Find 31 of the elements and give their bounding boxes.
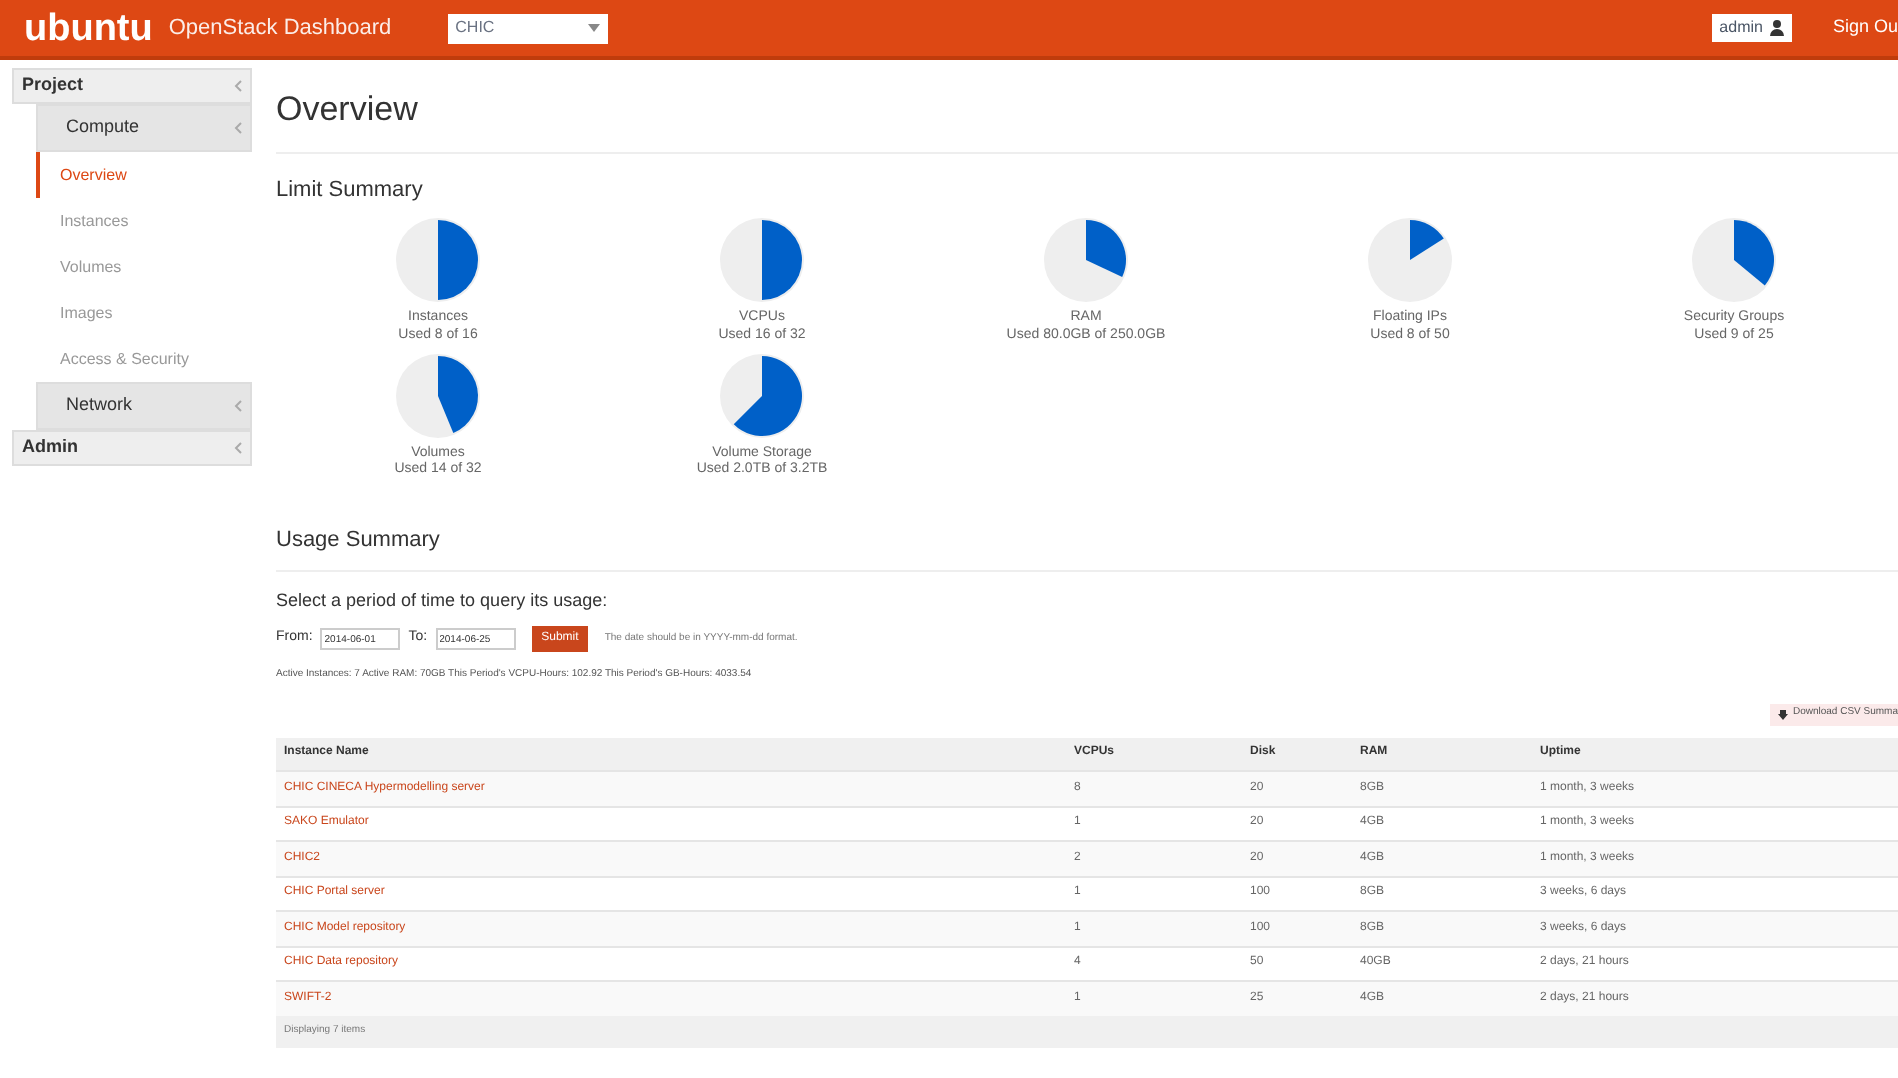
pie-chart — [392, 349, 484, 441]
sidebar-link[interactable]: Images — [36, 290, 252, 336]
pie-chart — [716, 214, 808, 306]
sidebar-section[interactable]: Project — [12, 68, 252, 104]
sign-out-link[interactable]: Sign Ou — [1832, 14, 1898, 42]
usage-prompt: Select a period of time to query its usage: — [276, 587, 610, 614]
pie-chart — [392, 214, 484, 306]
page-title: Overview — [276, 60, 1898, 153]
pie-chart — [1688, 214, 1780, 306]
download-icon — [1778, 709, 1789, 719]
chevron-icon — [234, 400, 242, 412]
pie-chart — [1040, 214, 1132, 306]
user-menu[interactable]: admin — [1711, 14, 1793, 42]
project-select[interactable]: CHIC — [447, 13, 608, 43]
caret-icon — [587, 24, 600, 32]
section-heading: Usage Summary — [276, 524, 1898, 571]
chevron-icon — [234, 80, 242, 92]
pie-chart — [716, 349, 808, 441]
pie-chart — [1364, 214, 1456, 306]
sidebar-link[interactable]: Access & Security — [36, 336, 252, 382]
sidebar-section[interactable]: Admin — [12, 430, 252, 466]
chevron-icon — [234, 442, 242, 454]
sidebar-group[interactable]: Compute — [36, 104, 252, 152]
sidebar-link[interactable]: Volumes — [36, 244, 252, 290]
sidebar-link[interactable]: Instances — [36, 198, 252, 244]
logo: ubuntu — [24, 9, 153, 47]
section-heading: Limit Summary — [276, 175, 425, 205]
chevron-icon — [234, 122, 242, 134]
sidebar-group[interactable]: Network — [36, 382, 252, 430]
product-name: OpenStack Dashboard — [168, 13, 392, 44]
user-icon — [1770, 20, 1785, 36]
